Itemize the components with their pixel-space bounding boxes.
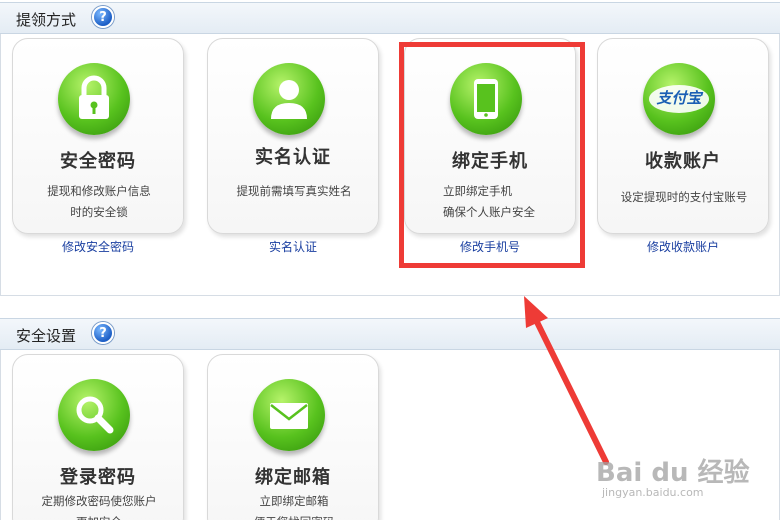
watermark-logo: Bai du 经验 [596, 458, 750, 488]
watermark-url: jingyan.baidu.com [602, 486, 704, 499]
annotation-arrow [524, 296, 609, 465]
watermark: Bai du 经验 jingyan.baidu.com [596, 452, 780, 508]
